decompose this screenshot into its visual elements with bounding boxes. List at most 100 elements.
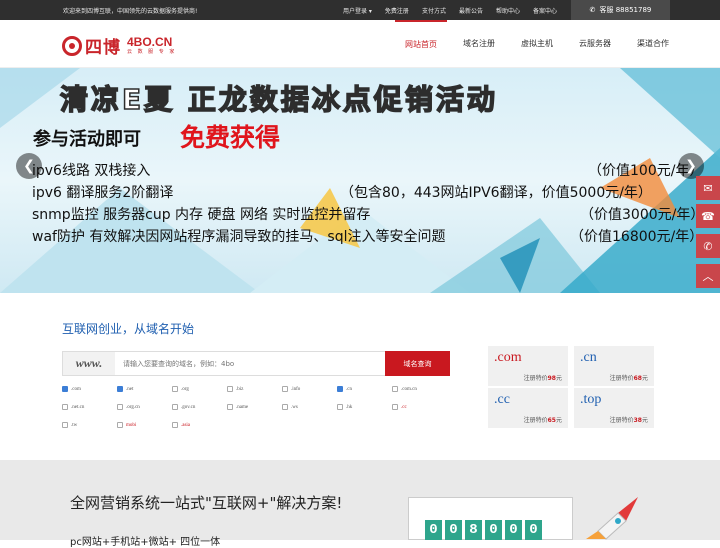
logo-slogan: 云 数 服 专 家 <box>127 49 177 55</box>
logo[interactable]: 四博 4BO.CN 云 数 服 专 家 <box>62 33 176 58</box>
back-to-top-button[interactable]: ︿ <box>696 264 720 288</box>
phone-icon: ✆ <box>589 6 596 14</box>
price-value: 68 <box>633 375 642 382</box>
nav-cloud[interactable]: 云服务器 <box>569 20 621 68</box>
counter-digit: 8 <box>465 520 482 540</box>
banner-value-3: （价值3000元/年） <box>580 207 705 223</box>
checkbox[interactable] <box>117 404 123 410</box>
hotline-text: 客服 88851789 <box>599 6 652 14</box>
domain-ext-option[interactable]: .info <box>282 386 300 392</box>
hero-banner[interactable]: 清凉E夏 正龙数据冰点促销活动 参与活动即可 免费获得 ipv6线路 双栈接入 … <box>0 68 720 293</box>
price-note: 注册特价38元 <box>610 415 648 424</box>
register-link[interactable]: 免费注册 <box>385 6 409 15</box>
qq-float-button[interactable]: ☎ <box>696 204 720 228</box>
checkbox[interactable] <box>282 404 288 410</box>
domain-ext-option[interactable]: .asia <box>172 422 190 428</box>
domain-search-box: www. 域名查询 <box>62 351 450 376</box>
price-label: 注册特价 <box>523 375 548 382</box>
domain-ext-option[interactable]: .com <box>62 386 81 392</box>
checkbox[interactable] <box>392 404 398 410</box>
domain-ext-label: mobi <box>126 422 137 428</box>
domain-section-title: 互联网创业，从域名开始 <box>62 322 195 336</box>
nav-hosting[interactable]: 虚拟主机 <box>511 20 563 68</box>
price-card[interactable]: .top 注册特价38元 <box>574 388 654 428</box>
domain-ext-option[interactable]: .org.cn <box>117 404 140 410</box>
checkbox[interactable] <box>337 404 343 410</box>
checkbox[interactable] <box>227 386 233 392</box>
counter-digit: 0 <box>425 520 442 540</box>
price-tld: .cc <box>494 392 510 407</box>
banner-line-1: ipv6线路 双栈接入 <box>32 163 151 179</box>
price-tld: .cn <box>580 350 597 365</box>
nav-partner[interactable]: 渠道合作 <box>627 20 679 68</box>
counter-digits: 0 0 8 0 0 0 <box>425 520 545 540</box>
banner-prev-button[interactable]: ❮ <box>16 153 42 179</box>
domain-ext-option[interactable]: .cc <box>392 404 407 410</box>
domain-ext-option[interactable]: .tw <box>62 422 77 428</box>
nav-domain[interactable]: 域名注册 <box>453 20 505 68</box>
payment-link[interactable]: 支付方式 <box>422 6 446 15</box>
help-link[interactable]: 帮助中心 <box>496 6 520 15</box>
checkbox[interactable] <box>117 386 123 392</box>
domain-ext-option[interactable]: .com.cn <box>392 386 417 392</box>
price-tld: .com <box>494 350 522 365</box>
price-value: 38 <box>633 417 642 424</box>
domain-ext-option[interactable]: .name <box>227 404 248 410</box>
price-value: 98 <box>547 375 556 382</box>
checkbox[interactable] <box>172 404 178 410</box>
checkbox[interactable] <box>117 422 123 428</box>
domain-ext-label: .name <box>236 404 249 410</box>
checkbox[interactable] <box>172 422 178 428</box>
checkbox[interactable] <box>62 422 68 428</box>
banner-value-4: （价值16800元/年） <box>570 229 704 245</box>
main-nav: 网站首页 域名注册 虚拟主机 云服务器 渠道合作 <box>395 20 685 68</box>
phone-float-button[interactable]: ✆ <box>696 234 720 258</box>
domain-ext-label: .hk <box>346 404 353 410</box>
checkbox[interactable] <box>337 386 343 392</box>
price-unit: 元 <box>641 375 648 382</box>
domain-search-input[interactable] <box>115 352 385 375</box>
price-tld: .top <box>580 392 602 407</box>
price-note: 注册特价68元 <box>610 373 648 382</box>
checkbox[interactable] <box>392 386 398 392</box>
login-link[interactable]: 用户登录 ▾ <box>343 6 372 15</box>
price-card[interactable]: .com 注册特价98元 <box>488 346 568 386</box>
domain-ext-label: .cc <box>401 404 407 410</box>
price-card[interactable]: .cn 注册特价68元 <box>574 346 654 386</box>
promo-title: 全网营销系统一站式"互联网+"解决方案! <box>70 494 343 512</box>
domain-ext-label: .tw <box>71 422 78 428</box>
checkbox[interactable] <box>227 404 233 410</box>
banner-line-2: ipv6 翻译服务2阶翻译 <box>32 185 174 201</box>
icp-link[interactable]: 备案中心 <box>533 6 557 15</box>
checkbox[interactable] <box>62 386 68 392</box>
top-links: 用户登录 ▾ 免费注册 支付方式 最新公告 帮助中心 备案中心 <box>343 6 570 15</box>
checkbox[interactable] <box>172 386 178 392</box>
domain-ext-option[interactable]: .cn <box>337 386 352 392</box>
domain-ext-label: .ws <box>291 404 298 410</box>
price-card[interactable]: .cc 注册特价65元 <box>488 388 568 428</box>
counter-digit: 0 <box>445 520 462 540</box>
domain-ext-option[interactable]: .hk <box>337 404 352 410</box>
domain-ext-option[interactable]: .net.cn <box>62 404 84 410</box>
domain-ext-option[interactable]: .biz <box>227 386 243 392</box>
domain-search-button[interactable]: 域名查询 <box>385 351 450 376</box>
banner-subtitle: 参与活动即可 <box>33 129 141 150</box>
domain-ext-label: .net.cn <box>71 404 85 410</box>
banner-free: 免费获得 <box>180 123 281 152</box>
promo-subtitle: pc网站+手机站+微站+ 四位一体 <box>70 537 221 548</box>
domain-ext-option[interactable]: .gov.cn <box>172 404 195 410</box>
domain-ext-option[interactable]: .ws <box>282 404 298 410</box>
counter-digit: 0 <box>505 520 522 540</box>
checkbox[interactable] <box>282 386 288 392</box>
checkbox[interactable] <box>62 404 68 410</box>
hotline-button[interactable]: ✆ 客服 88851789 <box>571 0 670 20</box>
price-note: 注册特价65元 <box>524 415 562 424</box>
domain-ext-option[interactable]: .net <box>117 386 133 392</box>
domain-ext-option[interactable]: .org <box>172 386 189 392</box>
domain-ext-label: .biz <box>236 386 244 392</box>
wechat-float-button[interactable]: ✉ <box>696 176 720 200</box>
announcements-link[interactable]: 最新公告 <box>459 6 483 15</box>
nav-home[interactable]: 网站首页 <box>395 20 447 68</box>
domain-ext-option[interactable]: mobi <box>117 422 136 428</box>
www-prefix: www. <box>63 352 115 375</box>
